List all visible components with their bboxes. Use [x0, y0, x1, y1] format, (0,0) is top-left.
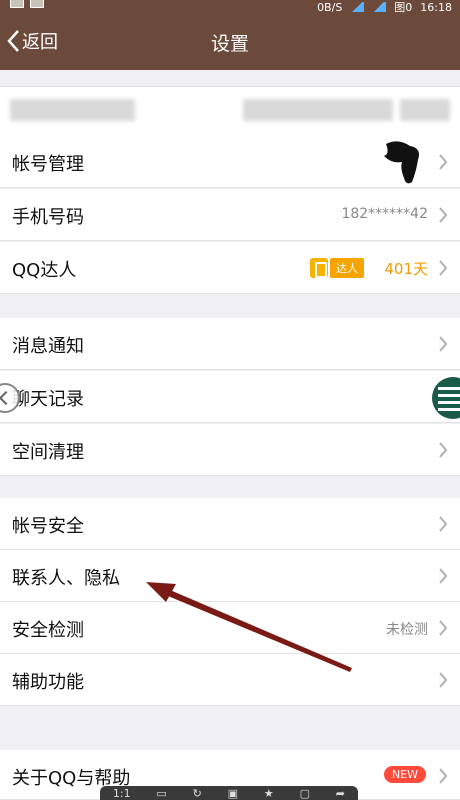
share-icon[interactable]: ➦	[336, 787, 345, 800]
chevron-right-icon	[439, 442, 448, 458]
row-label: 辅助功能	[12, 672, 84, 693]
row-label: 联系人、隐私	[12, 568, 120, 589]
row-label: QQ达人	[12, 260, 77, 281]
fit-icon[interactable]: ▭	[156, 787, 166, 800]
page-title: 设置	[210, 33, 249, 55]
row-label: 空间清理	[12, 442, 84, 463]
stripe-icon	[438, 387, 460, 390]
rotate-icon[interactable]: ↻	[193, 787, 202, 800]
chevron-right-icon	[439, 516, 448, 532]
row-label: 安全检测	[12, 620, 84, 641]
chevron-right-icon	[439, 672, 448, 688]
chevron-right-icon	[439, 154, 448, 170]
stripe-icon	[438, 394, 460, 397]
row-security-check[interactable]: 安全检测 未检测	[0, 602, 460, 654]
wifi-icon	[350, 2, 365, 12]
status-time: 16:18	[420, 0, 452, 14]
chevron-right-icon	[439, 568, 448, 584]
blurred-account-id	[243, 99, 393, 121]
blurred-nickname	[10, 99, 135, 121]
daren-tag: 达人	[330, 258, 364, 278]
chevron-right-icon	[439, 620, 448, 636]
blurred-extra	[400, 99, 450, 121]
phone-number-value: 182******42	[341, 206, 428, 222]
net-speed: 0B/S	[317, 0, 343, 14]
row-contacts-privacy[interactable]: 联系人、隐私	[0, 550, 460, 602]
row-account-security[interactable]: 帐号安全	[0, 498, 460, 550]
avatar	[384, 141, 419, 184]
copy-icon[interactable]: ▢	[300, 787, 310, 800]
nav-bar: 返回 设置	[0, 14, 460, 70]
row-label: 消息通知	[12, 336, 84, 357]
row-qq-daren[interactable]: QQ达人 达人 401天	[0, 242, 460, 294]
status-bar: 0B/S 图0 16:18	[0, 0, 460, 14]
gallery-icon	[30, 0, 44, 8]
security-check-status: 未检测	[386, 622, 428, 638]
row-accessibility[interactable]: 辅助功能	[0, 654, 460, 706]
chevron-right-icon	[439, 768, 448, 784]
signal-icon	[372, 2, 387, 12]
star-icon[interactable]: ★	[264, 787, 274, 800]
zoom-label[interactable]: 1:1	[113, 787, 131, 800]
row-label: 帐号管理	[12, 154, 84, 175]
row-label: 手机号码	[12, 207, 84, 228]
daren-days: 401天	[384, 260, 428, 278]
row-label: 帐号安全	[12, 516, 84, 537]
chevron-right-icon	[439, 260, 448, 276]
save-icon[interactable]: ▣	[228, 787, 238, 800]
profile-row[interactable]	[0, 86, 460, 136]
row-phone-number[interactable]: 手机号码 182******42	[0, 189, 460, 241]
new-badge: NEW	[383, 766, 426, 783]
stripe-icon	[438, 401, 460, 404]
phone-wings-icon	[310, 258, 328, 278]
row-space-cleanup[interactable]: 空间清理	[0, 424, 460, 476]
clock-label: 图0	[394, 1, 413, 14]
row-message-notifications[interactable]: 消息通知	[0, 318, 460, 370]
row-chat-history[interactable]: 聊天记录	[0, 371, 460, 423]
daren-badge: 达人	[310, 258, 364, 278]
notification-icons	[10, 0, 44, 8]
stripe-icon	[438, 408, 460, 411]
row-label: 聊天记录	[12, 389, 84, 410]
chevron-right-icon	[439, 207, 448, 223]
row-account-management[interactable]: 帐号管理	[0, 136, 460, 188]
viewer-toolbar: 1:1 ▭ ↻ ▣ ★ ▢ ➦	[100, 786, 358, 800]
notification-thumbnail-icon	[10, 0, 24, 8]
chevron-right-icon	[439, 336, 448, 352]
